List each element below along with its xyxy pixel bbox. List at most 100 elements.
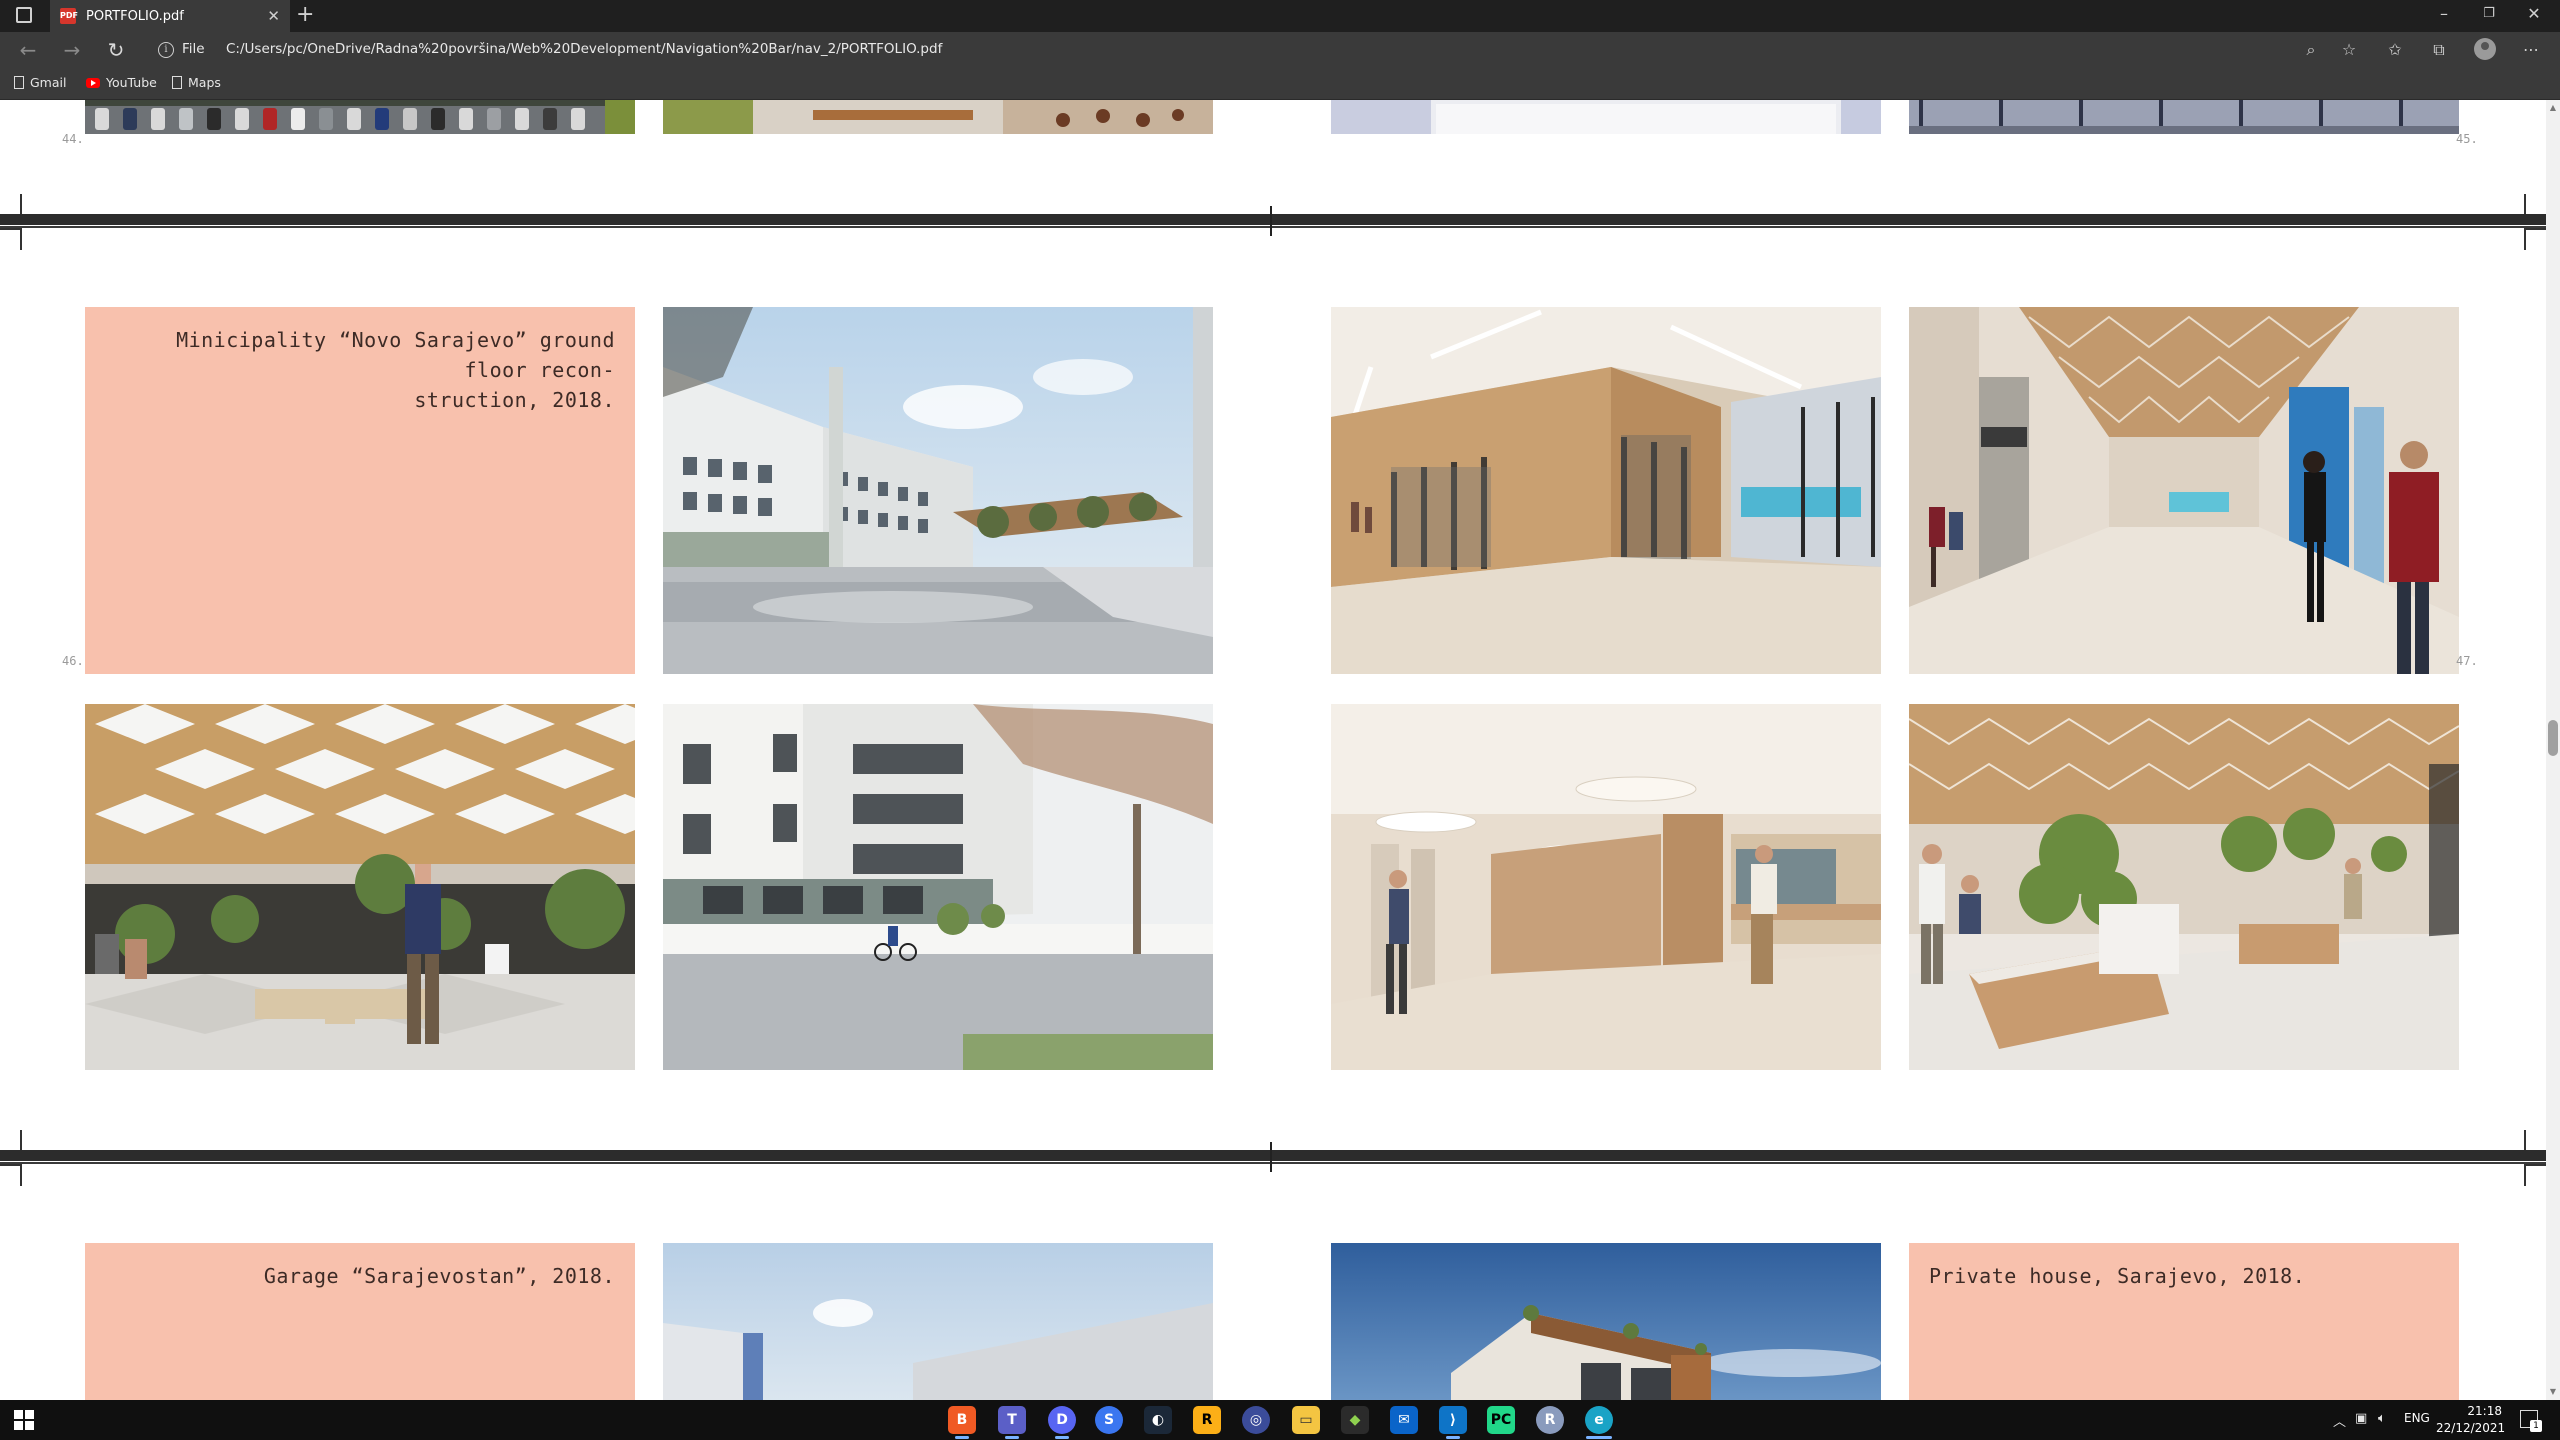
project-title-line2: struction, 2018. (414, 388, 615, 412)
tab-actions-icon[interactable] (16, 7, 32, 23)
image-lobby-pendants (1331, 704, 1881, 1070)
discord-icon[interactable]: D (1048, 1406, 1076, 1434)
image-atrium-hall (1909, 307, 2459, 674)
zoom-icon[interactable]: ⌕ (2298, 40, 2324, 60)
network-icon[interactable]: ▣ (2355, 1411, 2367, 1426)
bookmarks-bar (0, 68, 2560, 100)
git-icon[interactable]: ◆ (1341, 1406, 1369, 1434)
project-title-panel: Private house, Sarajevo, 2018. (1909, 1243, 2459, 1400)
crop-mark (0, 1130, 22, 1152)
page-number: 46. (62, 654, 84, 668)
signal-icon[interactable]: S (1095, 1406, 1123, 1434)
image-parking-lot (85, 100, 635, 134)
running-indicator (1055, 1436, 1069, 1439)
running-indicator (1005, 1436, 1019, 1439)
favorites-icon[interactable]: ✩ (2382, 40, 2408, 59)
project-title: Private house, Sarajevo, 2018. (1929, 1264, 2306, 1288)
crop-mark (2524, 228, 2546, 250)
crop-mark (0, 1164, 22, 1186)
image-garage-exterior (663, 1243, 1213, 1400)
image-private-house (1331, 1243, 1881, 1400)
page-separator (0, 1150, 2560, 1161)
page-number: 47. (2456, 654, 2478, 668)
crop-mark (2524, 1130, 2546, 1152)
file-explorer-icon[interactable]: ▭ (1292, 1406, 1320, 1434)
teams-icon[interactable]: T (998, 1406, 1026, 1434)
vscode-icon[interactable]: ⟩ (1439, 1406, 1467, 1434)
crop-mark (0, 228, 22, 250)
collections-icon[interactable]: ⧉ (2426, 40, 2452, 60)
r-icon[interactable]: R (1536, 1406, 1564, 1434)
notification-count: 1 (2530, 1420, 2542, 1432)
image-street-facade (663, 704, 1213, 1070)
image-covered-courtyard (85, 704, 635, 1070)
protocol-label: File (182, 41, 205, 57)
clock[interactable]: 21:18 22/12/2021 (2436, 1403, 2506, 1437)
obs-icon[interactable]: ◎ (1242, 1406, 1270, 1434)
bookmark-gmail[interactable]: Gmail (14, 75, 66, 90)
brave-icon[interactable]: B (948, 1406, 976, 1434)
back-icon[interactable]: ← (14, 38, 42, 62)
bookmark-maps[interactable]: Maps (172, 75, 221, 90)
pycharm-icon[interactable]: PC (1487, 1406, 1515, 1434)
minimize-icon[interactable]: – (2424, 4, 2464, 23)
project-title-panel: Minicipality “Novo Sarajevo” ground floo… (85, 307, 635, 674)
spread-tick (1270, 206, 1272, 236)
project-title-panel: Garage “Sarajevostan”, 2018. (85, 1243, 635, 1400)
image-interior-garden (1909, 704, 2459, 1070)
image-corridor-offices (1331, 307, 1881, 674)
image-municipality-exterior (663, 307, 1213, 674)
page-separator-line (0, 226, 2560, 228)
volume-icon[interactable]: 🔈︎ (2378, 1411, 2386, 1426)
scroll-up-icon[interactable]: ▲ (2548, 104, 2558, 112)
scrollbar-thumb[interactable] (2548, 720, 2558, 756)
spread-tick (1270, 1142, 1272, 1172)
tab-portfolio-pdf[interactable]: PDF PORTFOLIO.pdf ✕ (50, 0, 290, 32)
page-number: 44. (62, 132, 84, 146)
crop-mark (2524, 1164, 2546, 1186)
taskbar (0, 1400, 2560, 1440)
address-bar[interactable]: C:/Users/pc/OneDrive/Radna%20površina/We… (226, 41, 942, 57)
scroll-down-icon[interactable]: ▼ (2548, 1388, 2558, 1396)
page-separator (0, 214, 2560, 225)
bookmark-label: YouTube (106, 75, 157, 90)
edge-icon[interactable]: e (1585, 1406, 1613, 1434)
new-tab-icon[interactable]: + (296, 4, 314, 26)
forward-icon[interactable]: → (58, 38, 86, 62)
windows-start-icon[interactable] (14, 1410, 34, 1430)
clock-time: 21:18 (2467, 1404, 2502, 1418)
add-favorite-icon[interactable]: ☆ (2336, 40, 2362, 59)
restore-icon[interactable]: ❐ (2469, 6, 2509, 21)
running-indicator (1446, 1436, 1460, 1439)
site-info-icon[interactable]: i (158, 42, 174, 58)
close-tab-icon[interactable]: ✕ (267, 7, 280, 25)
more-menu-icon[interactable]: ⋯ (2518, 40, 2544, 59)
crop-mark (2524, 194, 2546, 216)
page-separator-line (0, 1162, 2560, 1164)
image-interior-top (1331, 100, 1881, 134)
profile-avatar[interactable] (2474, 38, 2496, 60)
project-title: Garage “Sarajevostan”, 2018. (263, 1264, 615, 1288)
page-icon (14, 76, 24, 89)
running-indicator (955, 1436, 969, 1439)
active-indicator (1586, 1436, 1612, 1439)
bookmark-label: Gmail (30, 75, 67, 90)
clock-date: 22/12/2021 (2436, 1421, 2506, 1435)
project-title: Minicipality “Novo Sarajevo” ground floo… (176, 328, 615, 382)
show-hidden-icons-icon[interactable]: ︿ (2333, 1411, 2346, 1430)
page-number: 45. (2456, 132, 2478, 146)
image-facade-top (1909, 100, 2459, 134)
tab-strip (0, 0, 2560, 32)
youtube-icon (86, 77, 100, 88)
language-indicator[interactable]: ENG (2404, 1411, 2430, 1425)
image-plaza-cafe (663, 100, 1213, 134)
steam-icon[interactable]: ◐ (1144, 1406, 1172, 1434)
crop-mark (0, 194, 22, 216)
pdf-viewer[interactable]: 44. 45. Minicipality “Novo Sarajevo” gro… (0, 100, 2560, 1400)
close-window-icon[interactable]: ✕ (2514, 4, 2554, 23)
bookmark-youtube[interactable]: YouTube (86, 75, 157, 90)
rockstar-icon[interactable]: R (1193, 1406, 1221, 1434)
reload-icon[interactable]: ↻ (102, 38, 130, 62)
pdf-file-icon: PDF (60, 8, 78, 24)
mail-icon[interactable]: ✉ (1390, 1406, 1418, 1434)
